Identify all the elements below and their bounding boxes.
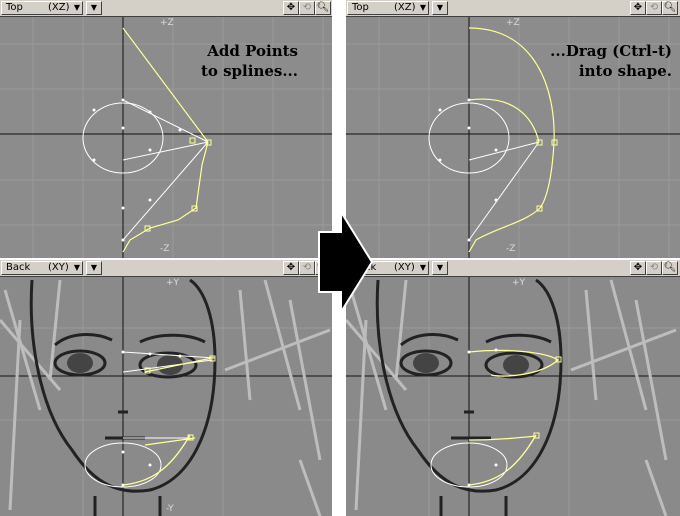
rotate-icon[interactable]: ⟲ [299, 1, 315, 15]
view-name: Top [6, 2, 23, 13]
arrow-right-icon [318, 210, 374, 316]
view-type-dropdown[interactable]: Back (XY) ▼ [1, 261, 83, 275]
zoom-icon[interactable]: 🔍︎ [662, 261, 678, 275]
grid-top-left [0, 0, 332, 258]
move-icon[interactable]: ✥ [283, 1, 299, 15]
reference-sketch [0, 260, 332, 516]
axis-label-bottom: -Z [160, 244, 170, 254]
viewport-options-button[interactable]: ▼ [432, 1, 448, 15]
chevron-down-icon: ▼ [419, 263, 426, 272]
viewport-top-right[interactable]: Top (XZ) ▼ ▼ ✥ ⟲ 🔍︎ +Z -Z ...Drag (Ctrl-… [346, 0, 680, 258]
axes-label: (XZ) [48, 2, 70, 13]
axis-label-top: +Z [506, 18, 520, 28]
caption-line: to splines... [200, 62, 298, 80]
viewport-bottom-left[interactable]: Back (XY) ▼ ▼ ✥ ⟲ 🔍︎ +Y -Y [0, 260, 332, 516]
view-name: Top [352, 2, 369, 13]
move-icon[interactable]: ✥ [630, 261, 646, 275]
viewport-header: Back (XY) ▼ ▼ ✥ ⟲ 🔍︎ [346, 260, 680, 277]
axes-label: (XY) [48, 262, 69, 273]
viewport-header: Back (XY) ▼ ▼ ✥ ⟲ 🔍︎ [0, 260, 332, 277]
axis-label-top: +Z [160, 18, 174, 28]
axis-label-top: +Y [166, 278, 180, 288]
view-name: Back [6, 262, 31, 273]
zoom-icon[interactable]: 🔍︎ [315, 1, 331, 15]
caption-line: Add Points [207, 42, 298, 60]
viewport-tools: ✥ ⟲ 🔍︎ [283, 1, 331, 15]
chevron-down-icon: ▼ [73, 263, 80, 272]
move-icon[interactable]: ✥ [630, 1, 646, 15]
caption: Add Points to splines... [201, 41, 298, 81]
viewport-tools: ✥ ⟲ 🔍︎ [630, 1, 678, 15]
axes-label: (XZ) [394, 2, 416, 13]
view-type-dropdown[interactable]: Top (XZ) ▼ [1, 1, 83, 15]
rotate-icon[interactable]: ⟲ [299, 261, 315, 275]
axis-label-top: +Y [512, 278, 526, 288]
viewport-tools: ✥ ⟲ 🔍︎ [630, 261, 678, 275]
axis-label-bottom: -Y [166, 504, 174, 514]
viewport-options-button[interactable]: ▼ [432, 261, 448, 275]
viewport-options-button[interactable]: ▼ [86, 261, 102, 275]
viewport-bottom-right[interactable]: Back (XY) ▼ ▼ ✥ ⟲ 🔍︎ +Y [346, 260, 680, 516]
caption-line: into shape. [578, 62, 672, 80]
viewport-header: Top (XZ) ▼ ▼ ✥ ⟲ 🔍︎ [0, 0, 332, 17]
grid-top-right [346, 0, 680, 258]
viewport-header: Top (XZ) ▼ ▼ ✥ ⟲ 🔍︎ [346, 0, 680, 17]
move-icon[interactable]: ✥ [283, 261, 299, 275]
view-type-dropdown[interactable]: Top (XZ) ▼ [347, 1, 429, 15]
viewport-top-left[interactable]: Top (XZ) ▼ ▼ ✥ ⟲ 🔍︎ +Z -Z Add Points to … [0, 0, 332, 258]
axes-label: (XY) [394, 262, 415, 273]
rotate-icon[interactable]: ⟲ [646, 1, 662, 15]
caption: ...Drag (Ctrl-t) into shape. [550, 41, 672, 81]
rotate-icon[interactable]: ⟲ [646, 261, 662, 275]
reference-sketch [346, 260, 680, 516]
viewport-options-button[interactable]: ▼ [86, 1, 102, 15]
axis-label-bottom: -Z [506, 244, 516, 254]
chevron-down-icon: ▼ [73, 3, 80, 12]
caption-line: ...Drag (Ctrl-t) [550, 42, 672, 60]
zoom-icon[interactable]: 🔍︎ [662, 1, 678, 15]
chevron-down-icon: ▼ [419, 3, 426, 12]
